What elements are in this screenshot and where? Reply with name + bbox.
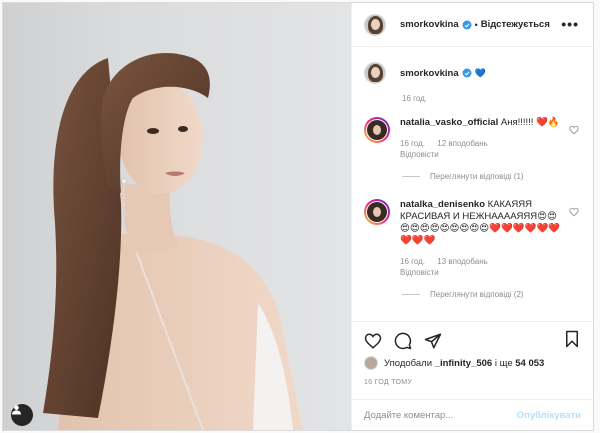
- post-sidebar: smorkovkina • Відстежується ••• smorkovk…: [351, 3, 593, 430]
- post-dialog: smorkovkina • Відстежується ••• smorkovk…: [2, 2, 594, 431]
- follow-status-button[interactable]: Відстежується: [481, 19, 550, 30]
- bookmark-icon[interactable]: [563, 330, 581, 348]
- post-photo[interactable]: [3, 3, 351, 430]
- commenter-username[interactable]: natalia_vasko_official: [400, 117, 498, 128]
- comment-like-heart-icon[interactable]: [569, 207, 579, 217]
- view-replies-label: Переглянути відповіді (2): [430, 290, 524, 299]
- post-header: smorkovkina • Відстежується •••: [352, 3, 593, 47]
- comment-icon[interactable]: [394, 332, 412, 350]
- liker-avatar: [364, 356, 378, 370]
- reply-button[interactable]: Відповісти: [400, 150, 439, 159]
- comments-list[interactable]: smorkovkina 💙 16 год. natalia_vasko_offi…: [352, 48, 593, 321]
- likes-middle: і ще: [494, 357, 513, 369]
- more-options-icon[interactable]: •••: [561, 16, 579, 32]
- comment-like-heart-icon[interactable]: [569, 125, 579, 135]
- comment-text: Аня!!!!!! ❤️🔥: [500, 117, 560, 128]
- portrait-illustration: [43, 52, 303, 430]
- view-replies-label: Переглянути відповіді (1): [430, 172, 524, 181]
- share-icon[interactable]: [424, 332, 442, 350]
- replies-divider: [402, 294, 420, 295]
- caption-author-avatar[interactable]: [364, 62, 386, 84]
- reply-button[interactable]: Відповісти: [400, 268, 439, 277]
- caption: smorkovkina 💙: [364, 62, 581, 84]
- post-timestamp[interactable]: 16 ГОД ТОМУ: [364, 379, 412, 386]
- caption-author-username[interactable]: smorkovkina: [400, 68, 459, 79]
- commenter-avatar[interactable]: [364, 117, 390, 143]
- liker-username[interactable]: _infinity_506: [435, 358, 493, 369]
- author-avatar[interactable]: [364, 13, 386, 36]
- comment-time[interactable]: 16 год.: [400, 257, 425, 266]
- commenter-username[interactable]: natalka_denisenko: [400, 199, 485, 210]
- verified-badge-icon: [462, 20, 472, 29]
- view-replies-button[interactable]: Переглянути відповіді (2): [402, 290, 581, 299]
- comment-time[interactable]: 16 год.: [400, 139, 425, 148]
- post-actions: Уподобали _infinity_506 і ще 54 053 16 Г…: [352, 321, 593, 431]
- heart-icon[interactable]: [364, 332, 382, 350]
- person-glyph: [11, 405, 22, 415]
- comment-likes[interactable]: 12 вподобань: [437, 139, 488, 148]
- comment-composer: Опублікувати: [352, 399, 593, 431]
- caption-text: 💙: [474, 67, 486, 78]
- comment-item: natalka_denisenko КАКАЯЯЯ КРАСИВАЯ И НЕЖ…: [364, 199, 581, 278]
- publish-button[interactable]: Опублікувати: [517, 410, 581, 421]
- comment-input[interactable]: [364, 410, 517, 421]
- comment-item: natalia_vasko_official Аня!!!!!! ❤️🔥 16 …: [364, 117, 581, 160]
- user-tag-icon[interactable]: [11, 404, 33, 426]
- replies-divider: [402, 176, 420, 177]
- separator-dot: •: [474, 19, 478, 30]
- view-replies-button[interactable]: Переглянути відповіді (1): [402, 172, 581, 181]
- likes-prefix: Уподобали: [384, 357, 433, 369]
- verified-badge-icon: [462, 68, 472, 78]
- likes-count[interactable]: 54 053: [515, 358, 544, 369]
- caption-time: 16 год.: [402, 94, 428, 103]
- author-username[interactable]: smorkovkina: [400, 19, 459, 30]
- likes-summary[interactable]: Уподобали _infinity_506 і ще 54 053: [364, 356, 544, 370]
- comment-likes[interactable]: 13 вподобань: [437, 257, 488, 266]
- commenter-avatar[interactable]: [364, 199, 390, 225]
